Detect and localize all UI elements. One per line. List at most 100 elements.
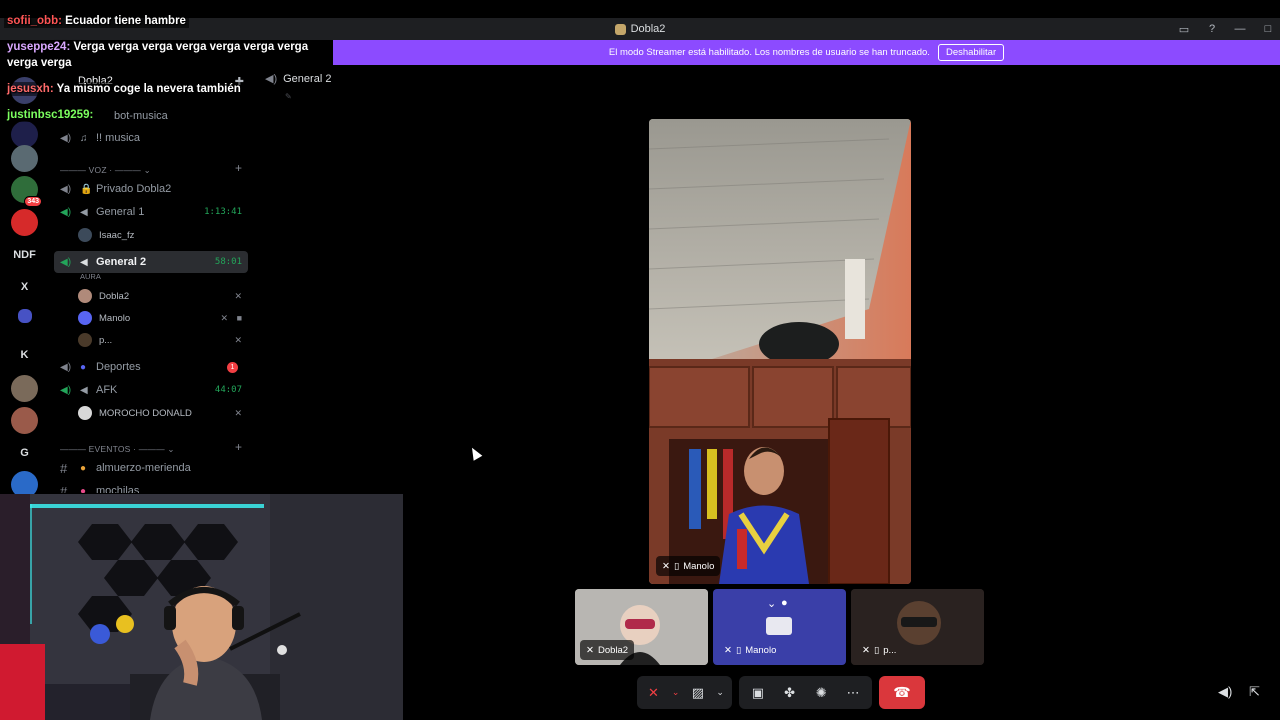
chat-text: Verga verga verga verga verga verga verg… xyxy=(73,41,309,53)
streamer-webcam xyxy=(0,494,403,720)
avatar xyxy=(78,406,92,420)
mute-microphone-button[interactable]: ✕ xyxy=(645,682,662,704)
users-icon[interactable]: ● xyxy=(781,597,788,609)
voice-duration: 1:13:41 xyxy=(204,207,242,217)
participant-tile[interactable]: ✕ ▯ p... xyxy=(851,589,984,665)
channel-label: mochilas xyxy=(96,485,140,493)
channel-general-1[interactable]: ◀) ◀ General 1 1:13:41 xyxy=(54,201,248,223)
voice-icon: ◀ xyxy=(80,206,88,218)
window-controls: ▭ ? — □ xyxy=(1178,18,1274,40)
voice-duration: 58:01 xyxy=(214,257,242,267)
voice-user[interactable]: Isaac_fz xyxy=(78,225,246,245)
category-voice[interactable]: ——— VOZ · ——— ⌄ xyxy=(60,165,151,176)
speaker-icon: ◀) xyxy=(60,183,72,195)
audio-video-controls: ✕ ⌄ ▨ ⌄ xyxy=(637,676,732,709)
webcam-feed xyxy=(0,494,403,720)
burger-icon: ● xyxy=(80,462,87,474)
channel-general-2[interactable]: ◀) ◀ General 2 58:01 xyxy=(54,251,248,273)
channel-label: almuerzo-merienda xyxy=(96,462,191,474)
server-icon xyxy=(614,23,626,35)
muted-icon: ✕ xyxy=(234,407,242,418)
channel-mochilas[interactable]: # ● mochilas xyxy=(54,480,248,494)
soundboard-button[interactable]: ✺ xyxy=(811,682,833,704)
speaker-icon: ◀) xyxy=(60,206,72,218)
server-icon[interactable] xyxy=(11,209,38,236)
chevron-down-icon[interactable]: ⌄ xyxy=(767,597,776,610)
chat-message: verga verga xyxy=(4,56,75,70)
participant-name-tag: ✕ ▯ p... xyxy=(856,640,902,660)
add-channel-icon[interactable]: + xyxy=(235,161,242,175)
speaker-icon: ◀) xyxy=(60,132,72,144)
disable-streamer-mode-button[interactable]: Deshabilitar xyxy=(937,44,1005,61)
server-icon[interactable] xyxy=(11,121,38,148)
notification-badge: 1 xyxy=(227,361,238,373)
server-icon[interactable] xyxy=(11,407,38,434)
add-channel-icon[interactable]: + xyxy=(235,440,242,454)
backpack-icon: ● xyxy=(80,485,87,494)
main-video-feed[interactable]: ✕ ▯ Manolo xyxy=(649,119,911,584)
popout-icon[interactable]: ⇱ xyxy=(1249,684,1260,700)
channel-privado[interactable]: ◀) 🔒 Privado Dobla2 xyxy=(54,178,248,200)
channel-deportes[interactable]: ◀) ● Deportes 1 xyxy=(54,356,248,378)
voice-user[interactable]: Dobla2 ✕ xyxy=(78,286,246,306)
video-frame xyxy=(649,119,911,584)
server-icon[interactable]: NDF xyxy=(11,241,38,268)
hash-icon: # xyxy=(60,483,68,494)
speaker-icon: ◀) xyxy=(265,73,278,85)
mouse-cursor xyxy=(467,445,483,461)
user-name: Dobla2 xyxy=(99,290,130,302)
maximize-icon[interactable]: □ xyxy=(1262,23,1274,35)
screen-share-button[interactable]: ▣ xyxy=(747,682,769,704)
chat-message: jesusxh: Ya mismo coge la nevera también xyxy=(4,82,244,96)
category-events[interactable]: ——— EVENTOS · ——— ⌄ xyxy=(60,444,175,455)
edit-status-icon[interactable]: ✎ xyxy=(285,92,292,101)
inbox-icon[interactable]: ▭ xyxy=(1178,23,1190,36)
participant-name: p... xyxy=(883,644,897,656)
channel-label: General 1 xyxy=(96,206,145,218)
muted-icon: ✕ xyxy=(862,644,870,656)
music-icon: ♫ xyxy=(80,132,88,144)
camera-off-button[interactable]: ▨ xyxy=(690,682,707,704)
activity-controls: ▣ ✤ ✺ ⋯ xyxy=(739,676,872,709)
server-icon[interactable]: X xyxy=(11,273,38,300)
chevron-down-icon[interactable]: ⌄ xyxy=(672,682,680,704)
chevron-down-icon[interactable]: ⌄ xyxy=(716,682,724,704)
channel-status: AURA xyxy=(80,272,101,281)
folder-icon[interactable] xyxy=(18,309,32,323)
voice-user[interactable]: Manolo ✕ ■ xyxy=(78,308,246,328)
server-icon[interactable]: K xyxy=(11,341,38,368)
muted-icon: ✕ xyxy=(220,312,228,323)
channel-musica[interactable]: ◀) ♫ !! musica xyxy=(54,127,248,149)
help-icon[interactable]: ? xyxy=(1206,23,1218,35)
disconnect-button[interactable]: ☎ xyxy=(879,676,925,709)
volume-icon[interactable]: ◀) xyxy=(1218,684,1232,700)
avatar xyxy=(78,311,92,325)
server-icon[interactable] xyxy=(11,375,38,402)
avatar xyxy=(78,333,92,347)
participant-tile[interactable]: ✕ Dobla2 xyxy=(575,589,708,665)
title-bar: Dobla2 ▭ ? — □ xyxy=(0,18,1280,40)
channel-afk[interactable]: ◀) ◀ AFK 44:07 xyxy=(54,379,248,401)
more-options-button[interactable]: ⋯ xyxy=(842,682,864,704)
server-icon[interactable]: G xyxy=(11,439,38,466)
globe-icon: ● xyxy=(80,361,87,373)
user-name: MOROCHO DONALD xyxy=(99,407,192,419)
server-icon[interactable]: 343 xyxy=(11,176,42,207)
streamer-mode-text: El modo Streamer está habilitado. Los no… xyxy=(608,47,930,58)
channel-list: Dobla2 ✚ bot-musica ◀) ♫ !! musica ——— V… xyxy=(48,65,254,493)
voice-user[interactable]: MOROCHO DONALD ✕ xyxy=(78,403,246,423)
muted-icon: ✕ xyxy=(662,560,670,572)
participant-tile[interactable]: ⌄ ● ✕ ▯ Manolo xyxy=(713,589,846,665)
minimize-icon[interactable]: — xyxy=(1234,23,1246,35)
chat-username: yuseppe24: xyxy=(7,41,71,53)
chat-username: jesusxh: xyxy=(7,83,54,95)
server-icon[interactable] xyxy=(11,145,38,172)
phone-icon: ▯ xyxy=(873,644,880,656)
activities-button[interactable]: ✤ xyxy=(779,682,801,704)
channel-almuerzo[interactable]: # ● almuerzo-merienda xyxy=(54,457,248,479)
phone-icon: ▯ xyxy=(673,560,680,572)
channel-label: General 2 xyxy=(96,256,147,268)
hash-icon: # xyxy=(60,460,68,476)
category-label: EVENTOS xyxy=(88,444,131,454)
voice-user[interactable]: p... ✕ xyxy=(78,330,246,350)
